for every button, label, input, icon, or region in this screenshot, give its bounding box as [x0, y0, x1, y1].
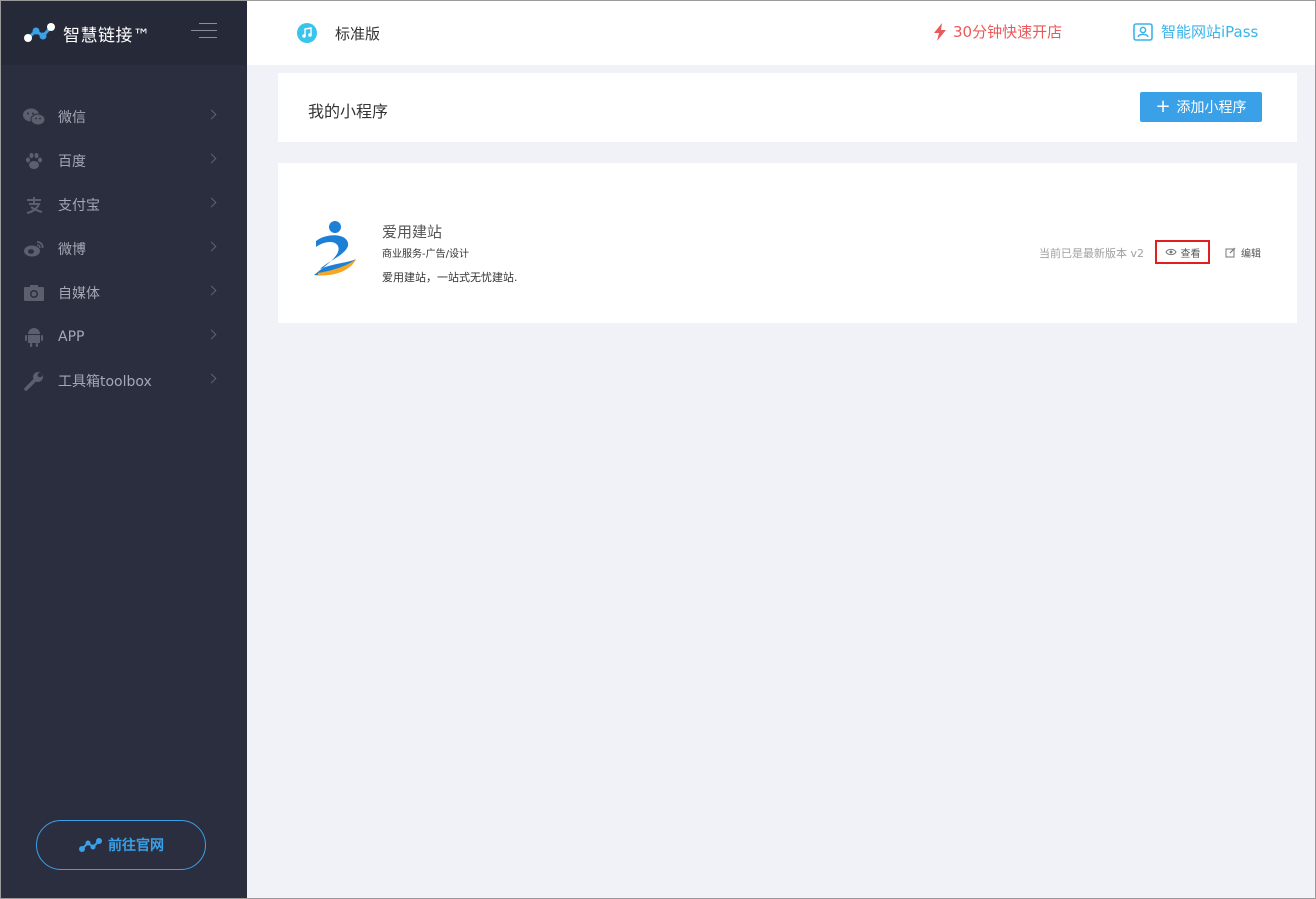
quick-open-link[interactable]: 30分钟快速开店 [933, 21, 1062, 42]
chevron-right-icon [206, 373, 217, 384]
brand: 智慧链接™ [1, 1, 247, 65]
sidebar-item-alipay[interactable]: 支付宝 [1, 183, 247, 227]
mini-program-card: 爱用建站 商业服务-广告/设计 爱用建站，一站式无忧建站. 当前已是最新版本 v… [278, 163, 1297, 323]
ipass-link[interactable]: 智能网站iPass [1133, 21, 1258, 42]
sidebar-item-weibo[interactable]: 微博 [1, 227, 247, 271]
sidebar-item-label: 支付宝 [58, 198, 100, 214]
chevron-right-icon [206, 285, 217, 296]
sidebar-item-label: 微信 [58, 110, 86, 126]
wrench-icon [23, 370, 45, 392]
mini-program-title-card: 我的小程序 + 添加小程序 [278, 73, 1297, 142]
id-card-icon [1133, 22, 1153, 41]
chevron-right-icon [206, 197, 217, 208]
sidebar: 智慧链接™ 微信 百度 支付宝 微博 自媒体 APP 工具箱toolbox 前往… [1, 1, 247, 898]
app-version-status: 当前已是最新版本 v2 [1039, 247, 1145, 260]
edit-button[interactable]: 编辑 [1225, 245, 1261, 260]
edition-indicator: 标准版 [297, 23, 380, 44]
sidebar-item-label: APP [58, 329, 85, 345]
menu-toggle-icon[interactable] [191, 23, 217, 41]
sidebar-item-toolbox[interactable]: 工具箱toolbox [1, 359, 247, 403]
edition-label: 标准版 [335, 24, 381, 43]
brand-logo-icon [24, 23, 55, 42]
sidebar-item-app[interactable]: APP [1, 315, 247, 359]
chevron-right-icon [206, 153, 217, 164]
music-note-icon [297, 23, 317, 43]
edit-icon [1225, 247, 1236, 258]
edit-label: 编辑 [1241, 249, 1261, 260]
sidebar-item-label: 工具箱toolbox [58, 374, 152, 390]
app-name: 爱用建站 [382, 223, 443, 241]
eye-icon [1164, 248, 1177, 256]
page-title: 我的小程序 [308, 102, 389, 121]
add-mini-program-button[interactable]: + 添加小程序 [1140, 92, 1262, 122]
add-mini-program-label: 添加小程序 [1176, 100, 1247, 116]
sidebar-nav: 微信 百度 支付宝 微博 自媒体 APP 工具箱toolbox [1, 95, 247, 403]
app-category: 商业服务-广告/设计 [382, 249, 469, 260]
sidebar-item-wechat[interactable]: 微信 [1, 95, 247, 139]
chevron-right-icon [206, 241, 217, 252]
plus-icon: + [1155, 96, 1171, 117]
sidebar-item-baidu[interactable]: 百度 [1, 139, 247, 183]
weibo-icon [23, 238, 45, 260]
visit-website-button[interactable]: 前往官网 [36, 820, 206, 870]
alipay-icon [23, 194, 45, 216]
top-header: 标准版 30分钟快速开店 智能网站iPass [247, 1, 1315, 65]
sidebar-item-label: 微博 [58, 242, 86, 258]
app-description: 爱用建站，一站式无忧建站. [382, 271, 518, 284]
ipass-label: 智能网站iPass [1161, 23, 1259, 41]
android-icon [23, 326, 45, 348]
visit-website-label: 前往官网 [108, 838, 164, 854]
paw-icon [23, 150, 45, 172]
view-label: 查看 [1180, 248, 1201, 260]
camera-icon [23, 282, 45, 304]
sidebar-item-media[interactable]: 自媒体 [1, 271, 247, 315]
wechat-icon [23, 106, 45, 128]
lightning-icon [934, 22, 946, 41]
brand-logo-icon [79, 838, 102, 852]
chevron-right-icon [206, 109, 217, 120]
sidebar-item-label: 自媒体 [58, 286, 100, 302]
app-logo [314, 221, 356, 276]
brand-name: 智慧链接™ [63, 25, 151, 46]
sidebar-item-label: 百度 [58, 154, 86, 170]
view-button[interactable]: 查看 [1155, 240, 1210, 264]
chevron-right-icon [206, 329, 217, 340]
quick-open-label: 30分钟快速开店 [953, 23, 1063, 41]
